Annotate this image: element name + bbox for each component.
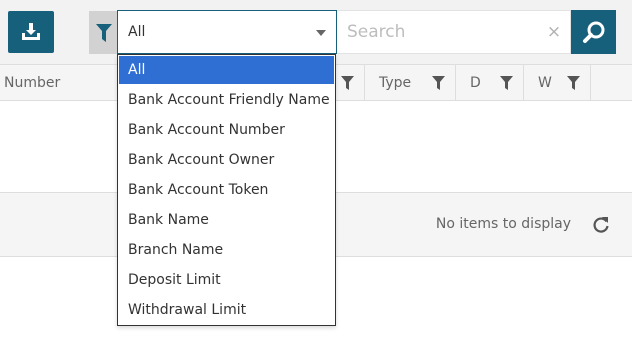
dropdown-option-branch-name[interactable]: Branch Name <box>118 235 335 265</box>
pager-info: No items to display <box>435 216 571 232</box>
column-header-d[interactable]: D <box>456 65 524 101</box>
close-icon: × <box>546 22 562 42</box>
column-filter-icon[interactable] <box>432 76 445 90</box>
dropdown-option-bank-account-token[interactable]: Bank Account Token <box>118 175 335 205</box>
search-icon <box>582 21 604 43</box>
search-field-select[interactable]: All <box>117 10 337 54</box>
dropdown-option-bank-account-owner[interactable]: Bank Account Owner <box>118 145 335 175</box>
column-header-label: D <box>470 75 481 91</box>
column-header-type[interactable]: Type <box>365 65 456 101</box>
clear-search-button[interactable]: × <box>544 20 564 44</box>
column-header-number[interactable]: Number <box>0 65 117 101</box>
column-filter-icon[interactable] <box>500 76 513 90</box>
dropdown-option-withdrawal-limit[interactable]: Withdrawal Limit <box>118 295 335 325</box>
refresh-icon[interactable] <box>591 215 611 235</box>
chevron-down-icon <box>316 30 326 36</box>
search-input[interactable] <box>337 10 571 54</box>
column-header-label: Type <box>379 75 412 91</box>
column-header-label: W <box>538 75 552 91</box>
search-button[interactable] <box>571 10 616 54</box>
dropdown-option-bank-account-friendly-name[interactable]: Bank Account Friendly Name <box>118 85 335 115</box>
search-field-select-value: All <box>128 24 146 40</box>
dropdown-option-bank-name[interactable]: Bank Name <box>118 205 335 235</box>
column-header-w[interactable]: W <box>524 65 591 101</box>
filter-column-toggle[interactable] <box>89 11 119 54</box>
search-field-dropdown-list: All Bank Account Friendly Name Bank Acco… <box>117 54 336 326</box>
dropdown-option-all[interactable]: All <box>119 56 334 84</box>
filter-icon <box>96 23 112 42</box>
column-filter-icon[interactable] <box>341 76 354 90</box>
export-download-button[interactable] <box>8 11 54 53</box>
download-icon <box>22 23 40 40</box>
column-filter-icon[interactable] <box>567 76 580 90</box>
column-header-label: Number <box>4 75 61 91</box>
dropdown-option-bank-account-number[interactable]: Bank Account Number <box>118 115 335 145</box>
dropdown-option-deposit-limit[interactable]: Deposit Limit <box>118 265 335 295</box>
